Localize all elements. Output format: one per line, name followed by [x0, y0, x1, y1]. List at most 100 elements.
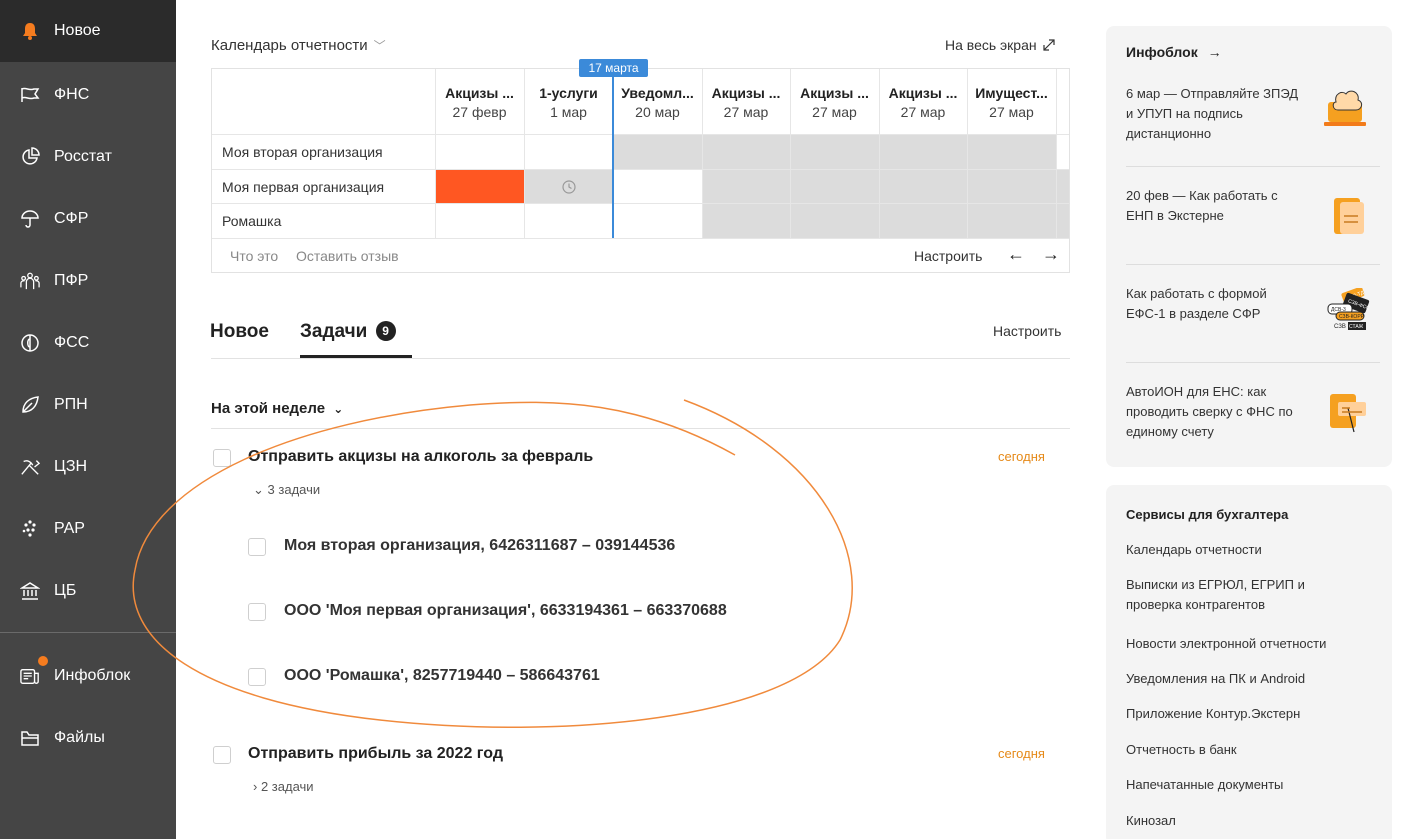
- news-item[interactable]: АвтоИОН для ЕНС: как проводить сверку с …: [1126, 382, 1386, 442]
- calendar-configure-link[interactable]: Настроить: [914, 248, 982, 264]
- sidebar-item-label: ЦБ: [54, 582, 77, 599]
- subtask-checkbox[interactable]: [248, 668, 266, 686]
- calendar-cell[interactable]: [435, 135, 524, 169]
- column-divider: [435, 69, 436, 134]
- calendar-column[interactable]: Имущест... 27 мар: [967, 69, 1056, 134]
- sidebar-item-files[interactable]: Файлы: [0, 707, 176, 769]
- column-divider: [1056, 170, 1057, 203]
- shield-icon: [20, 333, 40, 353]
- calendar-column[interactable]: Акцизы ... 27 февр: [435, 69, 524, 134]
- calendar-cell[interactable]: [524, 204, 613, 238]
- chevron-down-icon: ⌄: [333, 402, 344, 416]
- today-badge: 17 марта: [579, 59, 648, 77]
- column-date: 27 февр: [452, 104, 507, 120]
- service-link[interactable]: Новости электронной отчетности: [1126, 634, 1386, 654]
- task-title[interactable]: Отправить акцизы на алкоголь за февраль: [248, 448, 593, 466]
- task-checkbox[interactable]: [213, 449, 231, 467]
- sidebar-item-cb[interactable]: ЦБ: [0, 560, 176, 622]
- column-divider: [790, 170, 791, 203]
- calendar-grid: Акцизы ... 27 февр 1-услуги 1 мар Уведом…: [211, 68, 1070, 273]
- expand-icon: [1043, 39, 1055, 51]
- calendar-header-row: Акцизы ... 27 февр 1-услуги 1 мар Уведом…: [212, 69, 1069, 135]
- sidebar-item-label: ФСС: [54, 334, 90, 351]
- news-text: 6 мар — Отправляйте ЗПЭД и УПУП на подпи…: [1126, 86, 1299, 141]
- calendar-footer: Что это Оставить отзыв Настроить ← →: [212, 239, 1069, 272]
- tasks-count-badge: 9: [375, 321, 396, 341]
- subtask-checkbox[interactable]: [248, 538, 266, 556]
- laptop-cloud-icon: [1324, 90, 1366, 126]
- sidebar-item-new[interactable]: Новое: [0, 0, 176, 62]
- sidebar-item-rosstat[interactable]: Росстат: [0, 126, 176, 188]
- news-item[interactable]: 20 фев — Как работать с ЕНП в Экстерне: [1126, 186, 1386, 234]
- tasks-configure-link[interactable]: Настроить: [993, 323, 1061, 339]
- service-link[interactable]: Напечатанные документы: [1126, 775, 1386, 795]
- calendar-column[interactable]: 1-услуги 1 мар: [524, 69, 613, 134]
- calendar-cell[interactable]: [613, 204, 702, 238]
- infoblock-title: Инфоблок: [1126, 44, 1198, 60]
- calendar-column[interactable]: Акцизы ... 27 мар: [790, 69, 879, 134]
- sidebar-item-pfr[interactable]: ПФР: [0, 250, 176, 312]
- subtasks-toggle[interactable]: › 2 задачи: [253, 779, 314, 794]
- service-link[interactable]: Уведомления на ПК и Android: [1126, 669, 1386, 689]
- sidebar-item-fns[interactable]: ФНС: [0, 64, 176, 126]
- task-checkbox[interactable]: [213, 746, 231, 764]
- week-filter-dropdown[interactable]: На этой неделе ⌄: [211, 400, 343, 417]
- news-item[interactable]: Как работать с формой ЕФС-1 в разделе СФ…: [1126, 284, 1386, 330]
- subtask-title[interactable]: ООО 'Ромашка', 8257719440 – 586643761: [284, 667, 600, 685]
- subtask-checkbox[interactable]: [248, 603, 266, 621]
- subtask-title[interactable]: ООО 'Моя первая организация', 6633194361…: [284, 602, 727, 620]
- what-is-this-link[interactable]: Что это: [230, 248, 278, 264]
- sidebar-item-fss[interactable]: ФСС: [0, 312, 176, 374]
- sidebar-item-label: Росстат: [54, 148, 112, 165]
- calendar-title-dropdown[interactable]: Календарь отчетности ﹀: [211, 37, 386, 54]
- calendar-column[interactable]: Уведомл... 20 мар: [613, 69, 702, 134]
- fullscreen-button[interactable]: На весь экран: [945, 37, 1055, 53]
- sidebar-divider: [0, 632, 176, 633]
- column-divider: [879, 170, 880, 203]
- column-divider: [967, 204, 968, 238]
- leaf-icon: [20, 395, 40, 415]
- arrow-left-icon[interactable]: ←: [1007, 244, 1025, 265]
- column-name: Акцизы ...: [711, 85, 781, 101]
- sidebar-item-infoblock[interactable]: Инфоблок: [0, 645, 176, 707]
- news-item[interactable]: 6 мар — Отправляйте ЗПЭД и УПУП на подпи…: [1126, 84, 1386, 144]
- service-link[interactable]: Кинозал: [1126, 811, 1386, 831]
- sidebar-item-rpn[interactable]: РПН: [0, 374, 176, 436]
- sidebar-item-sfr[interactable]: СФР: [0, 188, 176, 250]
- flag-icon: [20, 85, 40, 105]
- calendar-org-row: Ромашка: [212, 204, 1069, 239]
- sidebar-item-czn[interactable]: ЦЗН: [0, 436, 176, 498]
- calendar-cell[interactable]: [524, 135, 613, 169]
- arrow-right-icon[interactable]: →: [1042, 244, 1060, 265]
- column-name: Уведомл...: [621, 85, 694, 101]
- service-link[interactable]: Выписки из ЕГРЮЛ, ЕГРИП и проверка контр…: [1126, 575, 1346, 615]
- calendar-cell[interactable]: [613, 170, 702, 203]
- subtask-title[interactable]: Моя вторая организация, 6426311687 – 039…: [284, 537, 675, 555]
- column-divider: [879, 204, 880, 238]
- calendar-cell-pending[interactable]: [524, 170, 613, 203]
- column-divider: [1056, 135, 1057, 169]
- tab-tasks[interactable]: Задачи 9: [300, 321, 396, 343]
- calendar-column[interactable]: Акцизы ... 27 мар: [879, 69, 967, 134]
- leave-feedback-link[interactable]: Оставить отзыв: [296, 248, 399, 264]
- sidebar-item-rar[interactable]: РАР: [0, 498, 176, 560]
- calendar-cell-filled[interactable]: [435, 170, 524, 203]
- column-divider: [702, 135, 703, 169]
- calendar-cell-empty: [613, 135, 1056, 169]
- chevron-down-icon: ⌄: [253, 482, 264, 497]
- calendar-cell[interactable]: [435, 204, 524, 238]
- thumb-text-6: СТАЖ: [1349, 324, 1364, 330]
- subtasks-toggle[interactable]: ⌄ 3 задачи: [253, 482, 320, 498]
- calendar-column[interactable]: Акцизы ... 27 мар: [702, 69, 790, 134]
- tab-new[interactable]: Новое: [210, 321, 269, 343]
- service-link[interactable]: Приложение Контур.Экстерн: [1126, 704, 1386, 724]
- calendar-title: Календарь отчетности: [211, 37, 368, 54]
- news-text: 20 фев — Как работать с ЕНП в Экстерне: [1126, 188, 1278, 223]
- column-divider: [1056, 204, 1057, 238]
- column-date: 27 мар: [812, 104, 857, 120]
- task-title[interactable]: Отправить прибыль за 2022 год: [248, 745, 503, 763]
- service-link[interactable]: Календарь отчетности: [1126, 540, 1386, 560]
- infoblock-header-link[interactable]: Инфоблок →: [1126, 44, 1222, 60]
- sidebar-item-label: РПН: [54, 396, 88, 413]
- service-link[interactable]: Отчетность в банк: [1126, 740, 1386, 760]
